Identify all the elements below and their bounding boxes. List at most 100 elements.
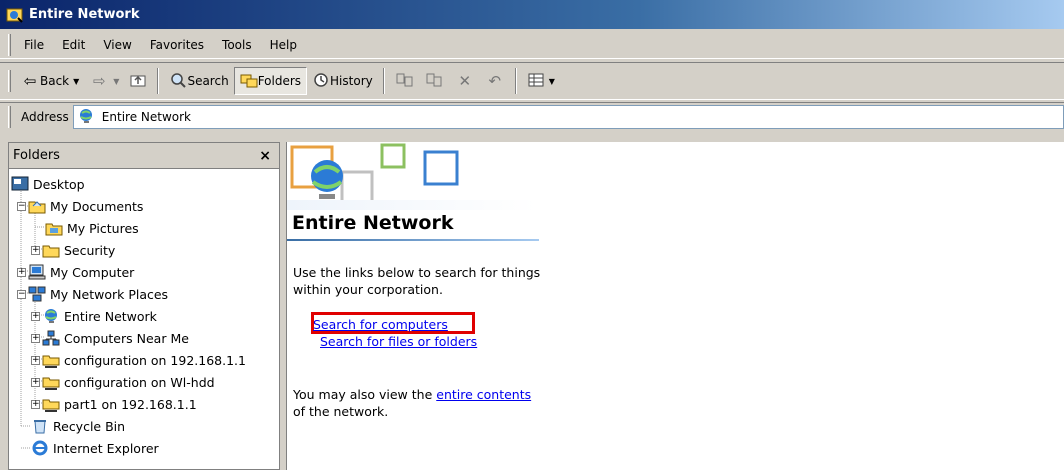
- internet-explorer-icon: [31, 440, 49, 456]
- standard-toolbar: ⇦ Back ▼ ⇨ ▼ Search Folders History ✕ ↶ …: [0, 62, 1064, 100]
- undo-icon: ↶: [488, 72, 502, 90]
- collapse-icon[interactable]: −: [17, 289, 26, 299]
- menu-file[interactable]: File: [15, 34, 53, 56]
- menu-view[interactable]: View: [94, 34, 140, 56]
- history-label: History: [330, 74, 373, 88]
- banner-graphic: [287, 142, 537, 210]
- title-bar: Entire Network: [0, 0, 1064, 29]
- menu-bar: File Edit View Favorites Tools Help: [0, 31, 1064, 59]
- back-arrow-icon: ⇦: [23, 72, 37, 90]
- my-pictures-icon: [45, 220, 63, 236]
- search-for-computers-link[interactable]: Search for computers: [313, 317, 448, 332]
- computers-near-me-icon: [42, 330, 60, 346]
- views-icon: [527, 72, 545, 91]
- content-pane: Entire Network Use the links below to se…: [286, 142, 1064, 470]
- entire-contents-link[interactable]: entire contents: [436, 387, 531, 402]
- search-button[interactable]: Search: [164, 67, 233, 95]
- search-for-files-link[interactable]: Search for files or folders: [320, 334, 477, 349]
- view-contents-suffix: of the network.: [293, 404, 389, 419]
- up-folder-icon: [129, 72, 147, 91]
- tree-item-my-documents[interactable]: − My Documents: [17, 195, 143, 217]
- network-share-icon: [42, 352, 60, 368]
- history-button[interactable]: History: [307, 67, 378, 95]
- folders-label: Folders: [257, 74, 302, 88]
- window-title: Entire Network: [29, 7, 140, 22]
- undo-button[interactable]: ↶: [480, 67, 510, 95]
- back-dropdown-icon[interactable]: ▼: [73, 77, 79, 86]
- tree-item-label: Desktop: [33, 176, 85, 192]
- forward-dropdown-icon[interactable]: ▼: [113, 77, 119, 86]
- tree-item-label: Security: [64, 242, 116, 258]
- expand-icon[interactable]: +: [31, 399, 40, 409]
- toolbar-separator: [157, 68, 160, 94]
- back-label: Back: [40, 74, 70, 88]
- copy-to-button[interactable]: [420, 67, 450, 95]
- collapse-icon[interactable]: −: [17, 201, 26, 211]
- folders-button[interactable]: Folders: [233, 67, 308, 95]
- tree-item-label: configuration on Wl-hdd: [64, 374, 215, 390]
- tree-item-label: part1 on 192.168.1.1: [64, 396, 197, 412]
- tree-item-configuration-wl-hdd[interactable]: + configuration on Wl-hdd: [31, 371, 215, 393]
- network-share-icon: [42, 396, 60, 412]
- desktop-icon: [11, 176, 29, 192]
- menu-favorites[interactable]: Favorites: [141, 34, 213, 56]
- address-value: Entire Network: [101, 110, 191, 124]
- copy-to-icon: [425, 72, 445, 91]
- network-window-icon: [6, 7, 24, 23]
- tree-item-internet-explorer[interactable]: Internet Explorer: [31, 437, 159, 459]
- tree-item-my-network-places[interactable]: − My Network Places: [17, 283, 168, 305]
- tree-item-label: My Pictures: [67, 220, 139, 236]
- views-dropdown-icon[interactable]: ▼: [549, 77, 555, 86]
- view-contents-text: You may also view the entire contents of…: [293, 386, 543, 420]
- expand-icon[interactable]: +: [31, 377, 40, 387]
- delete-button[interactable]: ✕: [450, 67, 480, 95]
- folders-pane-header: Folders ×: [9, 143, 279, 169]
- description-text: Use the links below to search for things…: [293, 265, 541, 297]
- tree-item-security[interactable]: + Security: [31, 239, 115, 261]
- tree-item-desktop[interactable]: Desktop: [11, 173, 85, 195]
- tree-item-configuration-192[interactable]: + configuration on 192.168.1.1: [31, 349, 279, 371]
- expand-icon[interactable]: +: [17, 267, 26, 277]
- network-places-icon: [28, 286, 46, 302]
- close-icon[interactable]: ×: [259, 148, 271, 164]
- toolbar-separator: [382, 68, 385, 94]
- tree-item-label: Computers Near Me: [64, 330, 189, 346]
- address-bar: Address Entire Network: [0, 102, 1064, 131]
- menu-tools[interactable]: Tools: [213, 34, 261, 56]
- tree-item-entire-network[interactable]: + Entire Network: [31, 305, 157, 327]
- menu-help[interactable]: Help: [261, 34, 306, 56]
- folder-tree: Desktop − My Documents My Pictures + Sec…: [9, 169, 279, 456]
- tree-item-part1[interactable]: + part1 on 192.168.1.1: [31, 393, 197, 415]
- globe-icon: [42, 308, 60, 324]
- address-input[interactable]: Entire Network: [72, 105, 1064, 129]
- toolbar-separator: [514, 68, 517, 94]
- folders-icon: [240, 72, 258, 91]
- move-to-icon: [395, 72, 415, 91]
- tree-item-label: Entire Network: [64, 308, 157, 324]
- expand-icon[interactable]: +: [31, 245, 40, 255]
- tree-item-label: configuration on 192.168.1.1: [64, 352, 246, 368]
- tree-item-my-pictures[interactable]: My Pictures: [45, 217, 139, 239]
- addressbar-grip[interactable]: [8, 106, 11, 128]
- views-button[interactable]: ▼: [522, 67, 560, 95]
- tree-item-recycle-bin[interactable]: Recycle Bin: [31, 415, 125, 437]
- tree-item-my-computer[interactable]: + My Computer: [17, 261, 134, 283]
- tree-item-computers-near-me[interactable]: + Computers Near Me: [31, 327, 189, 349]
- folders-pane-title: Folders: [13, 148, 60, 163]
- forward-arrow-icon: ⇨: [93, 72, 106, 90]
- menubar-grip[interactable]: [8, 33, 11, 56]
- up-folder-button[interactable]: [124, 67, 152, 95]
- expand-icon[interactable]: +: [31, 355, 40, 365]
- menu-edit[interactable]: Edit: [53, 34, 94, 56]
- history-icon: [312, 72, 330, 91]
- expand-icon[interactable]: +: [31, 311, 40, 321]
- expand-icon[interactable]: +: [31, 333, 40, 343]
- network-share-icon: [42, 374, 60, 390]
- tree-item-label: My Documents: [50, 198, 144, 214]
- toolbar-grip[interactable]: [8, 70, 11, 92]
- my-documents-icon: [28, 198, 46, 214]
- back-button[interactable]: ⇦ Back ▼: [15, 67, 84, 95]
- forward-button[interactable]: ⇨ ▼: [84, 67, 124, 95]
- tree-item-label: Recycle Bin: [53, 418, 126, 434]
- move-to-button[interactable]: [390, 67, 420, 95]
